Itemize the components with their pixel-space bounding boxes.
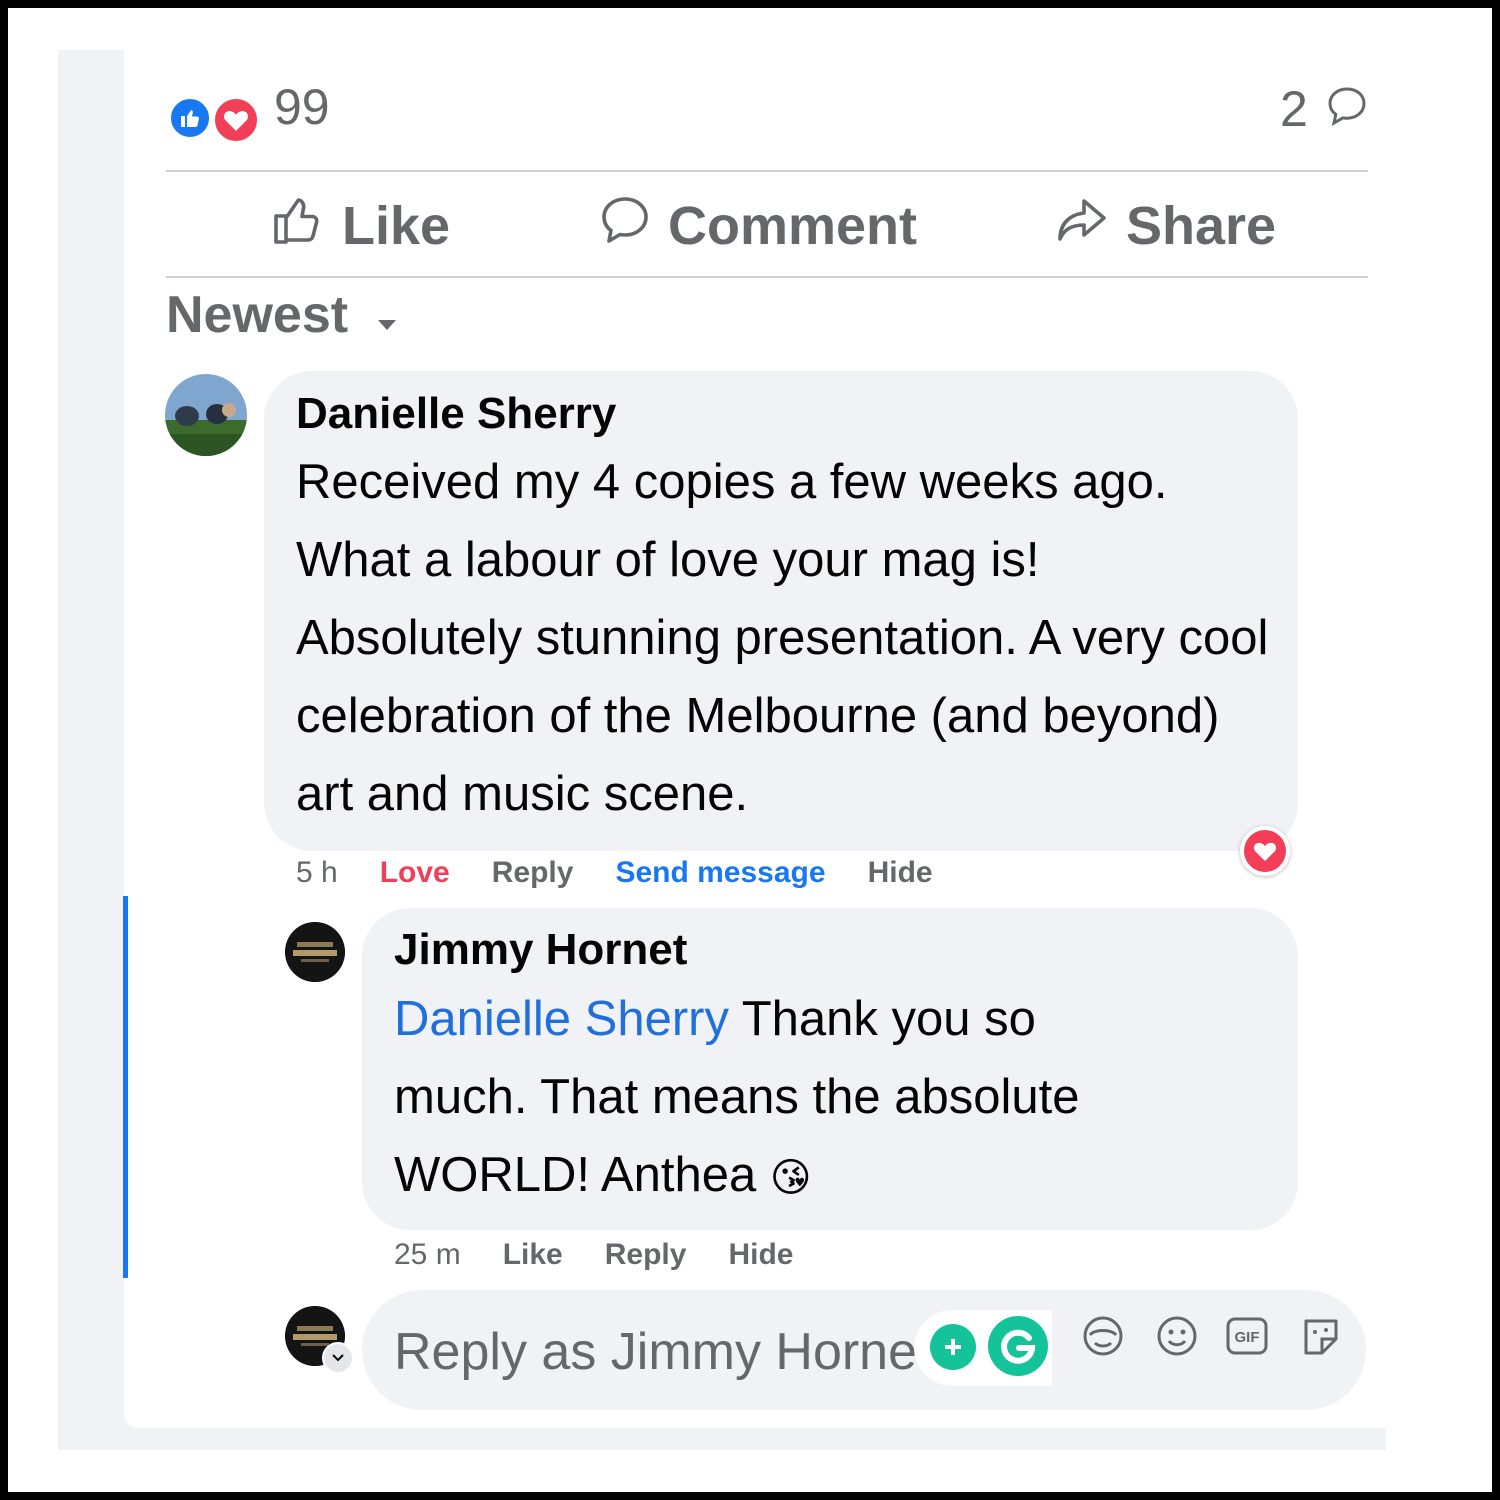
comment-bubble-icon bbox=[1327, 85, 1367, 132]
sort-label: Newest bbox=[166, 286, 349, 344]
comment-text: Received my 4 copies a few weeks ago. Wh… bbox=[296, 455, 1269, 821]
gif-icon[interactable]: GIF bbox=[1224, 1313, 1270, 1364]
mention-link[interactable]: Danielle Sherry bbox=[394, 992, 729, 1046]
reply-text-line2: much. That means the absolute bbox=[394, 1070, 1080, 1124]
sticker-icon[interactable] bbox=[1298, 1313, 1344, 1364]
avatar-sticker-icon[interactable] bbox=[1080, 1313, 1126, 1364]
avatar-jimmy-hornet[interactable] bbox=[285, 922, 345, 982]
reply-meta: 25 m Like Reply Hide bbox=[394, 1238, 835, 1272]
grammarly-plus-icon[interactable] bbox=[930, 1324, 976, 1370]
share-label: Share bbox=[1126, 196, 1277, 256]
comment-author[interactable]: Danielle Sherry bbox=[296, 389, 616, 439]
love-icon bbox=[1244, 830, 1286, 872]
like-label: Like bbox=[342, 196, 451, 256]
thumbs-up-icon bbox=[272, 194, 324, 259]
reply-text-line1: Thank you so bbox=[741, 992, 1036, 1046]
hide-link[interactable]: Hide bbox=[868, 856, 933, 890]
grammarly-g-icon[interactable] bbox=[988, 1316, 1048, 1376]
emoji-icon[interactable] bbox=[1154, 1313, 1200, 1364]
reply-text-line3: WORLD! Anthea bbox=[394, 1148, 757, 1202]
reply-reply-link[interactable]: Reply bbox=[605, 1238, 687, 1272]
comment-sort-dropdown[interactable]: Newest bbox=[166, 285, 398, 345]
like-reaction-icon[interactable] bbox=[168, 96, 212, 140]
share-arrow-icon bbox=[1056, 195, 1108, 258]
avatar-danielle-sherry[interactable] bbox=[165, 374, 247, 456]
comment-count[interactable]: 2 bbox=[1280, 80, 1308, 138]
reply-hide-link[interactable]: Hide bbox=[728, 1238, 793, 1272]
reply-like-link[interactable]: Like bbox=[503, 1238, 563, 1272]
send-message-link[interactable]: Send message bbox=[615, 856, 825, 890]
svg-text:GIF: GIF bbox=[1235, 1329, 1260, 1346]
reply-placeholder: Reply as Jimmy Hornet bbox=[394, 1323, 932, 1381]
caret-down-icon bbox=[376, 285, 398, 345]
account-switch-chevron-icon[interactable] bbox=[322, 1342, 354, 1374]
comment-button[interactable]: Comment bbox=[600, 196, 917, 256]
like-button[interactable]: Like bbox=[272, 196, 450, 256]
share-button[interactable]: Share bbox=[1056, 196, 1276, 256]
kiss-emoji-icon: 😘 bbox=[769, 1156, 812, 1200]
grammarly-widget[interactable] bbox=[914, 1310, 1052, 1386]
comment-love-reaction[interactable] bbox=[1240, 826, 1290, 876]
love-reaction-icon[interactable] bbox=[212, 96, 260, 144]
reply-author[interactable]: Jimmy Hornet bbox=[394, 925, 687, 975]
reply-text: Danielle Sherry Thank you so much. That … bbox=[394, 980, 1274, 1217]
reply-link[interactable]: Reply bbox=[492, 856, 574, 890]
top-divider bbox=[166, 170, 1368, 172]
reaction-count[interactable]: 99 bbox=[274, 78, 330, 136]
actions-divider bbox=[166, 276, 1368, 278]
comment-meta: 5 h Love Reply Send message Hide bbox=[296, 856, 975, 890]
reply-thread-line bbox=[123, 896, 128, 1278]
reply-timestamp[interactable]: 25 m bbox=[394, 1238, 461, 1272]
comment-timestamp[interactable]: 5 h bbox=[296, 856, 338, 890]
comment-label: Comment bbox=[668, 196, 918, 256]
love-reaction-link[interactable]: Love bbox=[380, 856, 450, 890]
comment-icon bbox=[600, 195, 650, 258]
